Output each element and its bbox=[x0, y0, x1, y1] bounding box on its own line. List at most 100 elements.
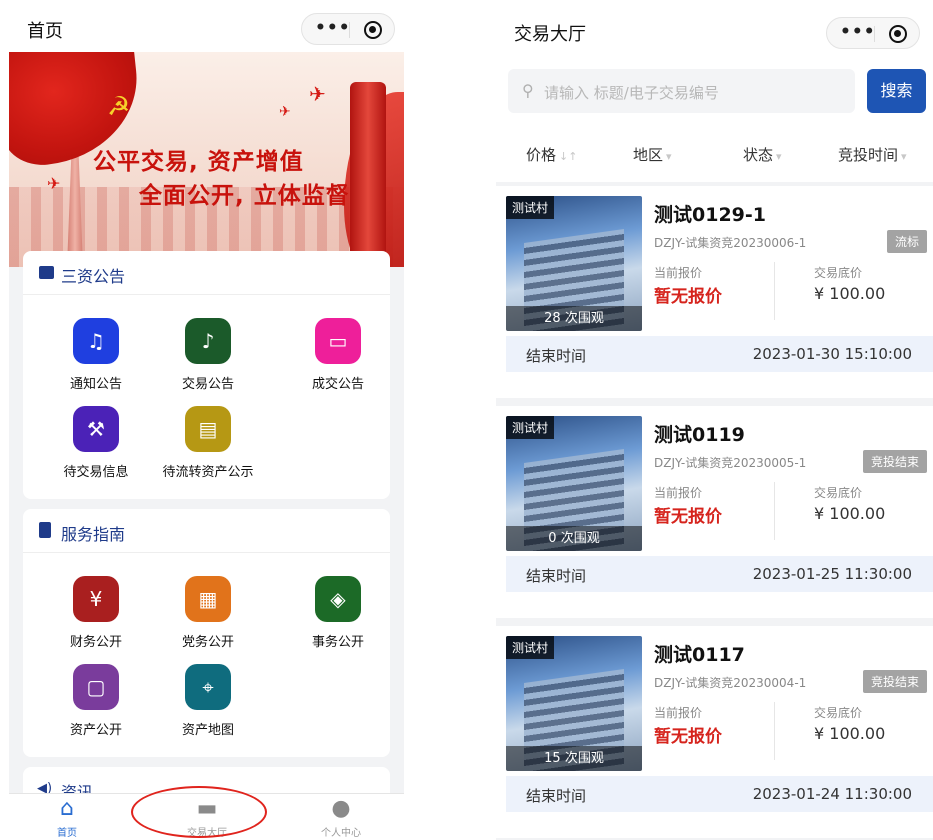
grid-item-pending-transfer[interactable]: ▤ 待流转资产公示 bbox=[153, 406, 263, 480]
divider bbox=[774, 702, 775, 760]
search-row: ⚲ 请输入 标题/电子交易编号 搜索 bbox=[496, 60, 933, 120]
emblem-icon: ☭ bbox=[107, 92, 131, 122]
filter-bid-time[interactable]: 竞投时间 ▾ bbox=[838, 144, 907, 165]
search-button[interactable]: 搜索 bbox=[867, 69, 926, 113]
grid-label: 财务公开 bbox=[69, 635, 122, 650]
dove-icon: ✈ bbox=[279, 104, 291, 120]
filter-bar: 价格 ↓↑ 地区 ▾ 状态 ▾ 竞投时间 ▾ bbox=[496, 120, 933, 182]
divider bbox=[774, 482, 775, 540]
grid-item-pending-trade[interactable]: ⚒ 待交易信息 bbox=[41, 406, 151, 480]
view-count: 0 次围观 bbox=[506, 526, 642, 551]
grid-item-party[interactable]: ▦ 党务公开 bbox=[153, 576, 263, 650]
grid-item-finance[interactable]: ¥ 财务公开 bbox=[41, 576, 151, 650]
highlight-circle-annotation bbox=[131, 786, 267, 838]
end-time-value: 2023-01-25 11:30:00 bbox=[752, 565, 912, 583]
end-time-value: 2023-01-24 11:30:00 bbox=[752, 785, 912, 803]
base-price-label: 交易底价 bbox=[814, 266, 863, 280]
grid-label: 通知公告 bbox=[69, 377, 122, 392]
dove-icon: ✈ bbox=[309, 82, 326, 106]
end-time-bar: 结束时间 2023-01-24 11:30:00 bbox=[506, 776, 933, 812]
grid-item-notice[interactable]: ♫ 通知公告 bbox=[41, 318, 151, 392]
trade-item[interactable]: 测试村 0 次围观 测试0119 DZJY-试集资竞20230005-1 竞投结… bbox=[496, 406, 933, 618]
service-guide-card: 服务指南 ¥ 财务公开 ▦ 党务公开 ◈ 事务公开 ▢ 资产公开 ⌖ 资产地图 bbox=[23, 509, 390, 757]
home-navbar: 首页 ••• bbox=[9, 0, 404, 52]
item-title: 测试0117 bbox=[654, 644, 745, 666]
clipboard-icon bbox=[39, 522, 51, 538]
filter-region[interactable]: 地区 ▾ bbox=[633, 144, 672, 165]
search-icon: ⚲ bbox=[522, 81, 534, 100]
briefcase-icon bbox=[39, 266, 54, 279]
card-title: 服务指南 bbox=[61, 525, 126, 544]
grid-label: 党务公开 bbox=[181, 635, 234, 650]
more-icon[interactable]: ••• bbox=[315, 18, 351, 38]
grid-label: 交易公告 bbox=[181, 377, 234, 392]
base-price-label: 交易底价 bbox=[814, 486, 863, 500]
current-price-value: 暂无报价 bbox=[654, 287, 722, 307]
home-icon: ⌂ bbox=[60, 796, 74, 821]
sanzi-announcement-card: 三资公告 ♫ 通知公告 ♪ 交易公告 ▭ 成交公告 ⚒ 待交易信息 ▤ 待流转资… bbox=[23, 251, 390, 499]
end-time-label: 结束时间 bbox=[526, 567, 587, 585]
view-count: 15 次围观 bbox=[506, 746, 642, 771]
person-icon: ● bbox=[331, 796, 351, 821]
chevron-down-icon: ▾ bbox=[901, 150, 907, 163]
close-target-icon[interactable] bbox=[889, 25, 907, 43]
village-tag: 测试村 bbox=[506, 196, 555, 219]
divider bbox=[774, 262, 775, 320]
item-code: DZJY-试集资竞20230005-1 bbox=[654, 456, 807, 470]
grid-label: 资产公开 bbox=[69, 723, 122, 738]
miniprogram-capsule: ••• bbox=[826, 17, 920, 49]
document-icon: ▤ bbox=[185, 406, 231, 452]
current-price-label: 当前报价 bbox=[654, 266, 703, 280]
base-price-value: ¥ 100.00 bbox=[814, 284, 886, 303]
yuan-icon: ¥ bbox=[73, 576, 119, 622]
village-tag: 测试村 bbox=[506, 636, 555, 659]
page-title: 首页 bbox=[27, 21, 63, 42]
current-price-value: 暂无报价 bbox=[654, 727, 722, 747]
current-price-value: 暂无报价 bbox=[654, 507, 722, 527]
item-title: 测试0119 bbox=[654, 424, 745, 446]
trade-item[interactable]: 测试村 15 次围观 测试0117 DZJY-试集资竞20230004-1 竞投… bbox=[496, 626, 933, 838]
map-icon: ⌖ bbox=[185, 664, 231, 710]
item-code: DZJY-试集资竞20230004-1 bbox=[654, 676, 807, 690]
end-time-label: 结束时间 bbox=[526, 787, 587, 805]
item-thumbnail: 测试村 15 次围观 bbox=[506, 636, 642, 771]
bell-icon: ♫ bbox=[73, 318, 119, 364]
status-badge: 竞投结束 bbox=[862, 670, 927, 693]
card-title: 三资公告 bbox=[61, 267, 126, 286]
base-price-value: ¥ 100.00 bbox=[814, 724, 886, 743]
tab-profile[interactable]: ● 个人中心 bbox=[301, 796, 381, 839]
trade-hall-screen: 交易大厅 ••• ⚲ 请输入 标题/电子交易编号 搜索 价格 ↓↑ 地区 ▾ 状态 ▾… bbox=[496, 0, 933, 840]
wallet-icon: ▢ bbox=[73, 664, 119, 710]
sort-icon: ↓↑ bbox=[559, 150, 578, 163]
trade-item[interactable]: 测试村 28 次围观 测试0129-1 DZJY-试集资竞20230006-1 … bbox=[496, 186, 933, 398]
grid-label: 成交公告 bbox=[311, 377, 364, 392]
status-badge: 流标 bbox=[886, 230, 927, 253]
home-banner[interactable]: ☭ ✈ ✈ ✈ 公平交易, 资产增值 全面公开, 立体监督 bbox=[9, 52, 404, 267]
close-target-icon[interactable] bbox=[364, 21, 382, 39]
filter-status[interactable]: 状态 ▾ bbox=[743, 144, 782, 165]
grid-label: 待交易信息 bbox=[63, 465, 129, 480]
end-time-value: 2023-01-30 15:10:00 bbox=[752, 345, 912, 363]
grid-item-asset-map[interactable]: ⌖ 资产地图 bbox=[153, 664, 263, 738]
card-header: 三资公告 bbox=[23, 251, 390, 295]
page-title: 交易大厅 bbox=[514, 24, 586, 45]
current-price-label: 当前报价 bbox=[654, 706, 703, 720]
search-input[interactable]: ⚲ 请输入 标题/电子交易编号 bbox=[508, 69, 855, 113]
grid-item-deal-notice[interactable]: ▭ 成交公告 bbox=[283, 318, 393, 392]
grid-item-trade-notice[interactable]: ♪ 交易公告 bbox=[153, 318, 263, 392]
bell-icon: ♪ bbox=[185, 318, 231, 364]
end-time-label: 结束时间 bbox=[526, 347, 587, 365]
tab-home[interactable]: ⌂ 首页 bbox=[27, 796, 107, 839]
search-placeholder: 请输入 标题/电子交易编号 bbox=[544, 84, 719, 102]
capsule-divider bbox=[349, 22, 350, 38]
monitor-icon: ▭ bbox=[315, 318, 361, 364]
trade-hall-navbar: 交易大厅 ••• bbox=[496, 0, 933, 60]
gavel-icon: ⚒ bbox=[73, 406, 119, 452]
grid-item-assets[interactable]: ▢ 资产公开 bbox=[41, 664, 151, 738]
base-price-value: ¥ 100.00 bbox=[814, 504, 886, 523]
view-count: 28 次围观 bbox=[506, 306, 642, 331]
more-icon[interactable]: ••• bbox=[840, 22, 876, 42]
grid-item-affairs[interactable]: ◈ 事务公开 bbox=[283, 576, 393, 650]
end-time-bar: 结束时间 2023-01-25 11:30:00 bbox=[506, 556, 933, 592]
filter-price[interactable]: 价格 ↓↑ bbox=[526, 144, 577, 165]
